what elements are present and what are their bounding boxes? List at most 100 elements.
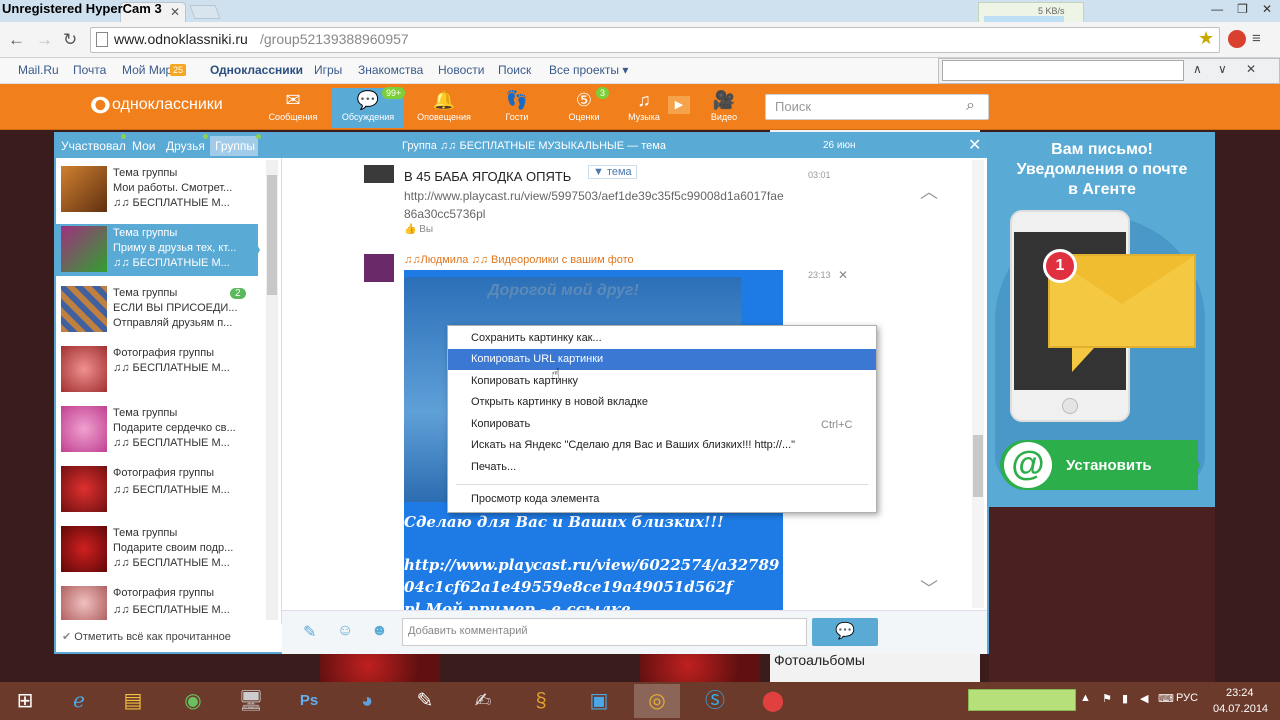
topic-tag[interactable]: ▼ тема — [588, 165, 637, 179]
list-item-thumb[interactable] — [61, 406, 107, 452]
volume-icon[interactable]: ◀ — [1140, 692, 1148, 705]
list-item-title[interactable]: Подарите своим подр... — [113, 542, 233, 554]
portal-link-novosti[interactable]: Новости — [438, 63, 484, 77]
notepad-icon[interactable]: ✎ — [402, 684, 448, 718]
close-icon[interactable]: ✕ — [968, 135, 981, 155]
clock-time[interactable]: 23:24 — [1226, 687, 1254, 699]
reload-icon[interactable]: ↻ — [63, 30, 77, 50]
find-close-icon[interactable]: ✕ — [1246, 62, 1256, 76]
tab-groups[interactable]: Группы — [215, 139, 255, 153]
menu-copy[interactable]: Копировать — [448, 414, 876, 435]
tray-arrow-icon[interactable]: ▲ — [1080, 692, 1091, 704]
send-button[interactable]: 💬 — [812, 618, 878, 646]
menu-inspect-element[interactable]: Просмотр кода элемента — [448, 489, 876, 510]
pencil-icon[interactable]: ✎ — [303, 622, 316, 642]
ok-nav-notifications[interactable]: 🔔 Оповещения — [408, 88, 480, 128]
app-shield-icon[interactable]: ◉ — [170, 684, 216, 718]
list-item-group[interactable]: ♫♫ БЕСПЛАТНЫЕ М... — [113, 557, 230, 569]
list-item-group[interactable]: Отправляй друзьям п... — [113, 317, 232, 329]
ad-install-label[interactable]: Установить — [1066, 457, 1152, 474]
list-item-thumb[interactable] — [61, 346, 107, 392]
ok-logo[interactable]: одноклассники — [112, 96, 223, 114]
chrome-icon[interactable]: ◎ — [634, 684, 680, 718]
portal-link-all-projects[interactable]: Все проекты ▾ — [549, 63, 628, 77]
list-item-title[interactable]: Мои работы. Смотрет... — [113, 182, 232, 194]
clock-date[interactable]: 04.07.2014 — [1213, 703, 1268, 715]
portal-link-poisk[interactable]: Поиск — [498, 63, 531, 77]
portal-link-odnoklassniki[interactable]: Одноклассники — [210, 63, 303, 77]
media-player-icon[interactable]: ◕ — [344, 684, 390, 718]
list-item-type[interactable]: Тема группы — [113, 407, 177, 419]
list-item-title[interactable]: Подарите сердечко св... — [113, 422, 236, 434]
list-item-type[interactable]: Тема группы — [113, 227, 177, 239]
tab-participated[interactable]: Участвовал — [61, 139, 126, 153]
close-icon[interactable]: ✕ — [1262, 2, 1272, 16]
menu-copy-image[interactable]: Копировать картинку — [448, 371, 876, 392]
find-prev-icon[interactable]: ∧ — [1193, 62, 1202, 76]
sticker-icon[interactable]: ☺ — [337, 622, 353, 640]
smiley-icon[interactable]: ☻ — [371, 622, 388, 640]
menu-print[interactable]: Печать... — [448, 457, 876, 478]
list-item-title[interactable]: ЕСЛИ ВЫ ПРИСОЕДИ... — [113, 302, 238, 314]
tray-toolbar[interactable] — [968, 689, 1076, 711]
list-item-group[interactable]: ♫♫ БЕСПЛАТНЫЕ М... — [113, 257, 230, 269]
list-item-thumb[interactable] — [61, 286, 107, 332]
list-item-title[interactable]: Приму в друзья тех, кт... — [113, 242, 236, 254]
list-scrollbar-thumb[interactable] — [267, 175, 277, 295]
menu-save-image[interactable]: Сохранить картинку как... — [448, 328, 876, 349]
delete-icon[interactable]: ✕ — [838, 268, 848, 282]
portal-link-pochta[interactable]: Почта — [73, 63, 106, 77]
ok-nav-video[interactable]: 🎥 Видео — [688, 88, 760, 128]
app-swirl-icon[interactable]: § — [518, 684, 564, 718]
windows-start-icon[interactable]: ⊞ — [2, 684, 48, 718]
portal-link-mailru[interactable]: Mail.Ru — [18, 63, 59, 77]
minimize-icon[interactable]: — — [1211, 2, 1223, 16]
chat-scrollbar[interactable] — [972, 160, 984, 608]
avatar[interactable] — [364, 165, 394, 183]
list-item-type[interactable]: Фотография группы — [113, 347, 214, 359]
internet-explorer-icon[interactable]: ℯ — [56, 684, 102, 718]
computer-icon[interactable]: 🖥 — [228, 684, 274, 718]
list-item-title[interactable]: ♫♫ БЕСПЛАТНЫЕ М... — [113, 484, 230, 496]
portal-link-moymir[interactable]: Мой Мир — [122, 63, 172, 77]
menu-search-yandex[interactable]: Искать на Яндекс "Сделаю для Вас и Ваших… — [448, 435, 876, 456]
menu-open-image-new-tab[interactable]: Открыть картинку в новой вкладке — [448, 392, 876, 413]
list-item-thumb[interactable] — [61, 586, 107, 620]
ok-nav-guests[interactable]: 👣 Гости — [481, 88, 553, 128]
record-icon[interactable]: ⬤ — [750, 684, 796, 718]
photoshop-icon[interactable]: Ps — [286, 684, 332, 718]
list-item-group[interactable]: ♫♫ БЕСПЛАТНЫЕ М... — [113, 197, 230, 209]
list-item-type[interactable]: Тема группы — [113, 167, 177, 179]
like-info[interactable]: 👍 Вы — [404, 224, 433, 235]
tab-friends[interactable]: Друзья — [166, 139, 205, 153]
new-tab-button[interactable] — [189, 5, 221, 19]
maximize-icon[interactable]: ❐ — [1237, 2, 1248, 16]
list-item-thumb[interactable] — [61, 226, 107, 272]
tab-close-icon[interactable]: ✕ — [170, 5, 180, 19]
list-item-thumb[interactable] — [61, 526, 107, 572]
chevron-down-icon[interactable]: ﹀ — [920, 575, 938, 601]
file-explorer-icon[interactable]: ▤ — [110, 684, 156, 718]
mark-all-read[interactable]: ✔ Отметить всё как прочитанное — [62, 630, 231, 643]
list-item-thumb[interactable] — [61, 466, 107, 512]
avatar[interactable] — [364, 254, 394, 282]
skype-icon[interactable]: Ⓢ — [692, 684, 738, 718]
message-link[interactable]: http://www.playcast.ru/view/5997503/aef1… — [404, 187, 789, 223]
photo-albums-heading[interactable]: Фотоальбомы — [774, 652, 865, 668]
message-author[interactable]: ♫♫Людмила ♫♫ Видеоролики с вашим фото — [404, 254, 634, 266]
paint-icon[interactable]: ✍ — [460, 684, 506, 718]
play-icon[interactable]: ▶ — [668, 96, 690, 114]
flag-icon[interactable]: ⚑ — [1102, 692, 1112, 705]
find-next-icon[interactable]: ∨ — [1218, 62, 1227, 76]
find-input[interactable] — [942, 60, 1184, 81]
back-icon[interactable]: ← — [8, 30, 25, 50]
list-item-type[interactable]: Фотография группы — [113, 587, 214, 599]
portal-link-igry[interactable]: Игры — [314, 63, 342, 77]
extension-icon[interactable] — [1228, 30, 1246, 48]
browser-menu-icon[interactable]: ≡ — [1252, 30, 1261, 47]
list-item-type[interactable]: Тема группы — [113, 527, 177, 539]
list-item-type[interactable]: Фотография группы — [113, 467, 214, 479]
keyboard-icon[interactable]: ⌨ — [1158, 692, 1174, 705]
chevron-up-icon[interactable]: ︿ — [920, 178, 938, 204]
list-item-title[interactable]: ♫♫ БЕСПЛАТНЫЕ М... — [113, 604, 230, 616]
